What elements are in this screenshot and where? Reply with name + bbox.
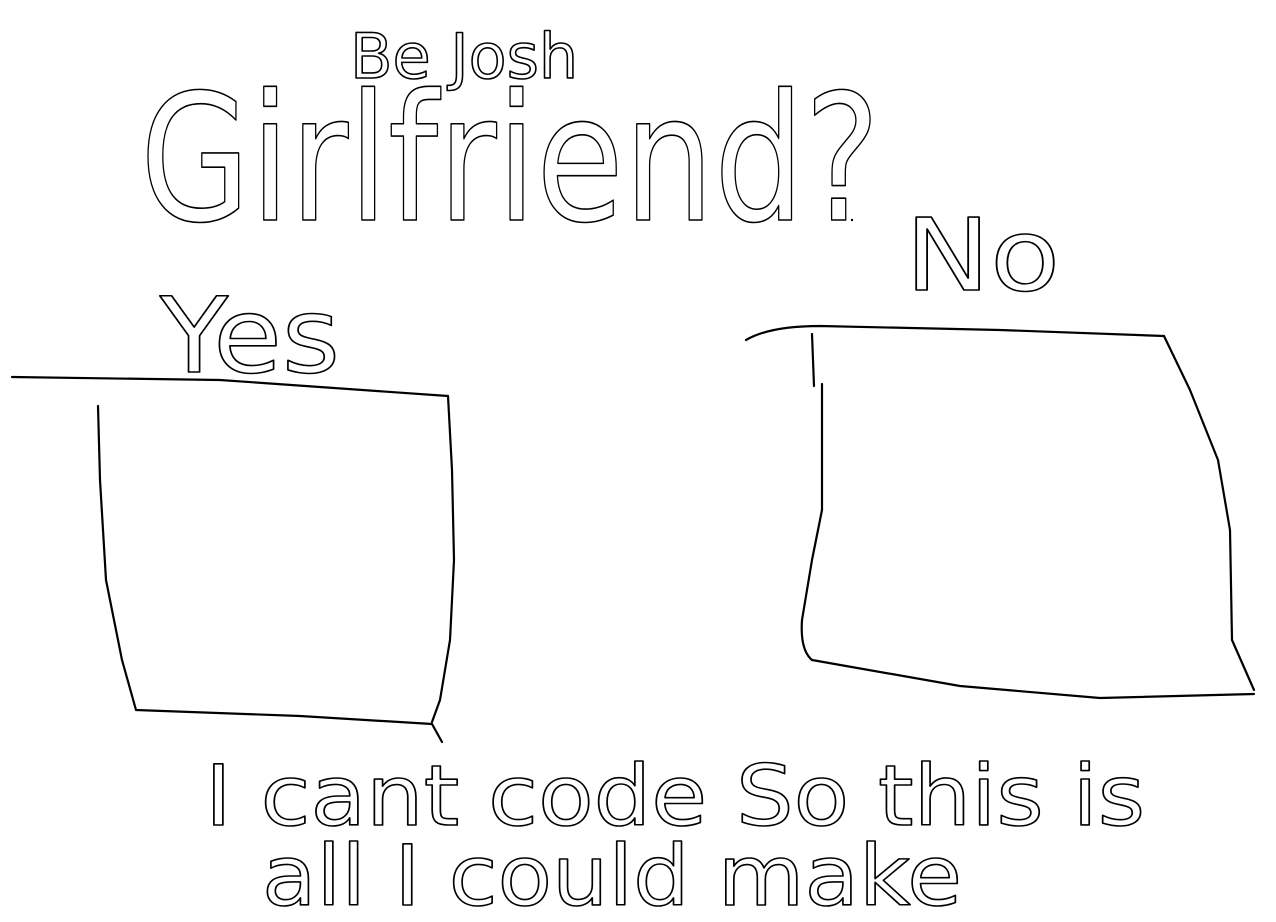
title-line-2: Girlfriend? bbox=[140, 57, 880, 262]
no-button[interactable] bbox=[744, 324, 1256, 700]
footer-line-2: all I could make bbox=[262, 827, 962, 922]
yes-button[interactable] bbox=[10, 375, 456, 744]
drawing-canvas: Be Josh Girlfriend? Yes No I cant code S… bbox=[10, 19, 1256, 922]
no-label: No bbox=[905, 197, 1060, 314]
stray-dot bbox=[850, 218, 854, 222]
yes-button-hitarea[interactable] bbox=[98, 396, 452, 722]
